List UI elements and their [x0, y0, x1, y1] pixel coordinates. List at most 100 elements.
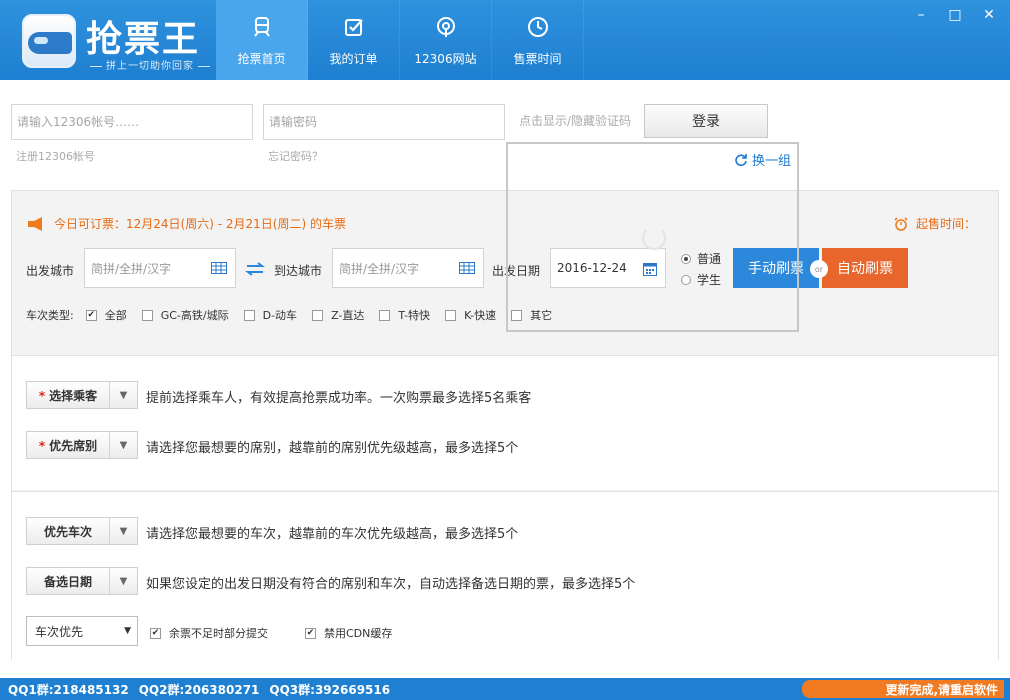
chevron-down-icon: ▼	[109, 432, 137, 458]
checkbox-icon	[312, 309, 324, 321]
app-logo	[22, 14, 76, 68]
qq-group-2: QQ2群:206380271	[138, 682, 260, 697]
train-type-t[interactable]: T-特快	[379, 307, 430, 323]
keyboard-icon	[459, 262, 475, 274]
app-name: 抢票王	[86, 19, 201, 60]
train-date-section: 优先车次 ▼ 请选择您最想要的车次，越靠前的车次优先级越高，最多选择5个 备选日…	[12, 491, 998, 661]
train-type-label: 车次类型:	[26, 309, 74, 322]
train-type-k-label: K-快速	[464, 309, 497, 322]
train-type-filter: 车次类型: ✔ 全部 GC-高铁/城际 D-动车 Z-直达 T-特快 K-快速 其…	[26, 307, 567, 323]
to-city-input[interactable]: 简拼/全拼/汉字	[332, 248, 484, 288]
train-type-gc-label: GC-高铁/城际	[160, 309, 229, 322]
captcha-refresh-button[interactable]: 换一组	[734, 150, 791, 169]
to-city-label: 到达城市	[274, 264, 323, 278]
swap-cities-icon[interactable]	[245, 262, 265, 276]
from-city-label: 出发城市	[26, 264, 75, 278]
update-notice[interactable]: 更新完成,请重启软件	[802, 680, 1004, 698]
disable-cdn-checkbox[interactable]: ✔ 禁用CDN缓存	[305, 625, 392, 641]
seats-description: 请选择您最想要的席别，越靠前的席别优先级越高，最多选择5个	[146, 441, 519, 456]
chevron-down-icon: ▼	[124, 626, 131, 636]
nav-sale-time-label: 售票时间	[513, 52, 562, 66]
partial-submit-checkbox[interactable]: ✔ 余票不足时部分提交	[150, 625, 268, 641]
booking-notice: 今日可订票：12月24日(周六) - 2月21日(周二) 的车票	[26, 215, 346, 232]
checkbox-checked-icon: ✔	[305, 627, 316, 639]
preferred-seats-dropdown[interactable]: * 优先席别 ▼	[26, 431, 138, 459]
auto-refresh-button[interactable]: 自动刷票	[822, 248, 908, 288]
or-separator: or	[810, 260, 828, 278]
app-slogan: 拼上一切助你回家	[86, 57, 214, 72]
title-bar: 抢票王 拼上一切助你回家 抢票首页 我的订单 12306网站 售票时间 – □ …	[0, 0, 1010, 80]
passenger-seat-section: * 选择乘客 ▼ 提前选择乘车人，有效提高抢票成功率。一次购票最多选择5名乘客 *…	[12, 355, 998, 490]
megaphone-icon	[28, 216, 42, 231]
register-link[interactable]: 注册12306帐号	[16, 148, 95, 164]
to-city-placeholder: 简拼/全拼/汉字	[339, 261, 420, 276]
qq-group-3: QQ3群:392669516	[269, 682, 391, 697]
preferred-trains-dropdown[interactable]: 优先车次 ▼	[26, 517, 138, 545]
nav-home[interactable]: 抢票首页	[216, 0, 308, 80]
nav-home-label: 抢票首页	[237, 52, 286, 66]
train-type-all[interactable]: ✔ 全部	[85, 307, 127, 323]
loading-spinner-icon	[642, 226, 666, 250]
keyboard-icon	[211, 262, 227, 274]
chevron-down-icon: ▼	[109, 518, 137, 544]
from-city-placeholder: 简拼/全拼/汉字	[91, 261, 172, 276]
maximize-button[interactable]: □	[940, 4, 970, 26]
backup-dates-label: 备选日期	[43, 574, 92, 589]
close-button[interactable]: ✕	[974, 4, 1004, 26]
checkbox-checked-icon: ✔	[150, 627, 161, 639]
status-bar: QQ1群:218485132 QQ2群:206380271 QQ3群:39266…	[0, 678, 1010, 700]
captcha-box[interactable]: 换一组	[506, 142, 799, 332]
passengers-description: 提前选择乘车人，有效提高抢票成功率。一次购票最多选择5名乘客	[146, 391, 532, 406]
checkbox-icon	[445, 309, 457, 321]
partial-submit-label: 余票不足时部分提交	[169, 627, 268, 640]
train-type-all-label: 全部	[104, 309, 127, 322]
select-passengers-label: 选择乘客	[49, 388, 98, 403]
qq-group-1: QQ1群:218485132	[8, 682, 129, 697]
priority-select-value: 车次优先	[35, 624, 84, 639]
dates-description: 如果您设定的出发日期没有符合的席别和车次，自动选择备选日期的票，最多选择5个	[146, 577, 636, 592]
train-type-z-label: Z-直达	[331, 309, 365, 322]
train-logo-icon	[28, 32, 72, 54]
sale-time-label: 起售时间：	[915, 217, 976, 231]
train-type-d-label: D-动车	[262, 309, 298, 322]
captcha-toggle-link[interactable]: 点击显示/隐藏验证码	[519, 112, 631, 129]
train-type-d[interactable]: D-动车	[243, 307, 298, 323]
train-type-k[interactable]: K-快速	[445, 307, 496, 323]
nav-12306[interactable]: 12306网站	[400, 0, 492, 80]
booking-notice-text: 今日可订票：12月24日(周六) - 2月21日(周二) 的车票	[54, 217, 346, 231]
nav-orders[interactable]: 我的订单	[308, 0, 400, 80]
backup-dates-dropdown[interactable]: 备选日期 ▼	[26, 567, 138, 595]
refresh-icon	[735, 153, 747, 166]
sale-time-info[interactable]: 起售时间：	[894, 215, 976, 232]
train-type-z[interactable]: Z-直达	[312, 307, 364, 323]
alarm-clock-icon	[894, 216, 908, 231]
checkbox-icon	[344, 19, 363, 36]
trains-description: 请选择您最想要的车次，越靠前的车次优先级越高，最多选择5个	[146, 527, 519, 542]
nav-sale-time[interactable]: 售票时间	[492, 0, 584, 80]
window-controls: – □ ✕	[906, 4, 1004, 26]
train-type-gc[interactable]: GC-高铁/城际	[141, 307, 229, 323]
disable-cdn-label: 禁用CDN缓存	[324, 627, 393, 640]
nav-orders-label: 我的订单	[329, 52, 378, 66]
priority-select[interactable]: 车次优先 ▼	[26, 616, 138, 646]
nav-12306-label: 12306网站	[414, 52, 477, 66]
train-icon	[253, 17, 270, 37]
account-input[interactable]	[11, 104, 253, 140]
chevron-down-icon: ▼	[109, 568, 137, 594]
preferred-seats-label: 优先席别	[49, 438, 98, 453]
preferred-trains-label: 优先车次	[43, 524, 92, 539]
checkbox-icon	[141, 309, 153, 321]
clock-icon	[527, 17, 548, 37]
captcha-refresh-label: 换一组	[751, 154, 791, 169]
main-panel: 今日可订票：12月24日(周六) - 2月21日(周二) 的车票 起售时间： 出…	[11, 190, 999, 661]
select-passengers-dropdown[interactable]: * 选择乘客 ▼	[26, 381, 138, 409]
minimize-button[interactable]: –	[906, 4, 936, 26]
login-button[interactable]: 登录	[644, 104, 768, 138]
checkbox-icon	[379, 309, 391, 321]
chevron-down-icon: ▼	[109, 382, 137, 408]
password-input[interactable]	[263, 104, 505, 140]
from-city-input[interactable]: 简拼/全拼/汉字	[84, 248, 236, 288]
checkbox-checked-icon: ✔	[85, 309, 97, 321]
main-nav: 抢票首页 我的订单 12306网站 售票时间	[216, 0, 584, 80]
forgot-password-link[interactable]: 忘记密码？	[268, 148, 323, 164]
